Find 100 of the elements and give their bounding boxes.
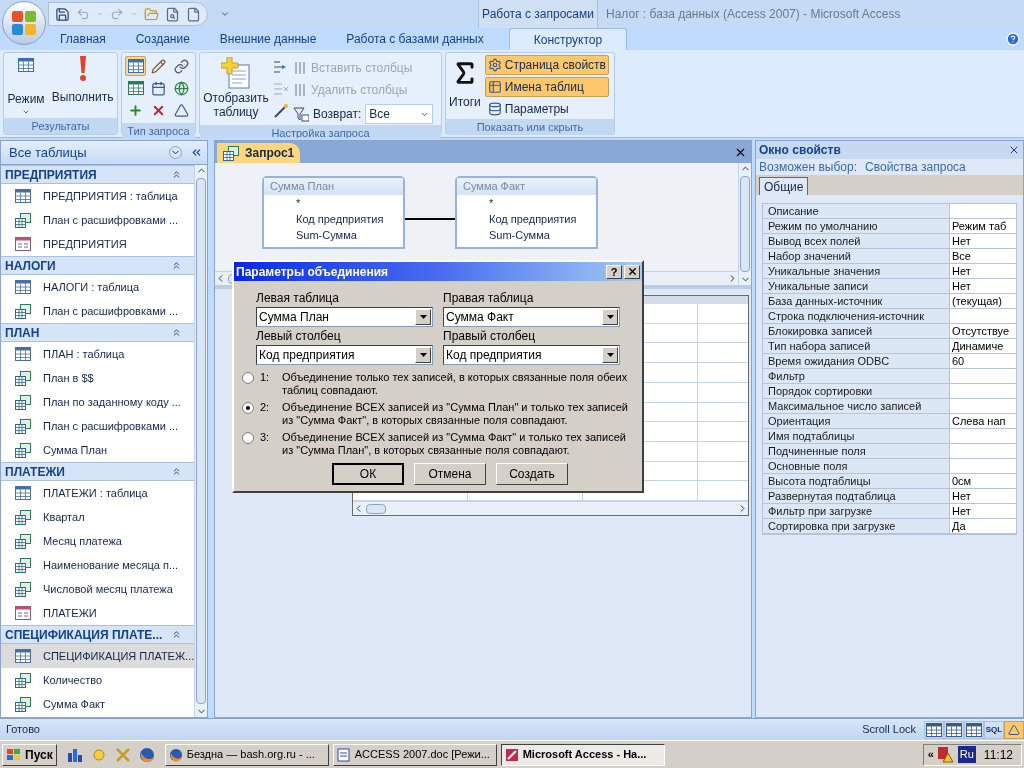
table-box[interactable]: Сумма План * Код предприятия Sum-Сумма — [262, 176, 405, 249]
field-item[interactable]: Код предприятия — [264, 211, 403, 227]
view-switch-button[interactable] — [924, 720, 944, 739]
return-combo[interactable]: Все — [365, 104, 434, 124]
scroll-thumb[interactable] — [366, 503, 386, 514]
option-label[interactable]: Объединение ВСЕХ записей из "Сумма Факт" и только тех записей из "Сумма План", в которых связанные поля совпадают. — [282, 431, 634, 457]
nav-item[interactable]: ПРЕДПРИЯТИЯ : таблица — [1, 184, 194, 208]
property-value[interactable]: Нет — [949, 264, 1016, 278]
query-type-button[interactable] — [171, 56, 192, 76]
close-button[interactable] — [624, 264, 640, 279]
delete-rows-icon[interactable] — [273, 81, 289, 97]
property-value[interactable]: Слева нап — [949, 414, 1016, 428]
query-type-button[interactable] — [125, 78, 146, 98]
view-button[interactable]: Режим — [7, 58, 45, 116]
nav-item[interactable]: План с расшифровками ... — [1, 208, 194, 232]
property-value[interactable]: Динамиче — [949, 339, 1016, 353]
property-value[interactable]: Нет — [949, 489, 1016, 503]
taskbar-button[interactable]: Бездна — bash.org.ru - ... — [164, 743, 329, 766]
nav-item[interactable]: Квартал — [1, 505, 194, 529]
dropdown-field[interactable]: Код предприятия — [256, 345, 433, 365]
undo-icon[interactable] — [76, 7, 90, 21]
taskbar-button[interactable]: Microsoft Access - На... — [500, 743, 665, 766]
taskbar-button[interactable]: ACCESS 2007.doc [Режи... — [332, 743, 497, 766]
language-indicator[interactable]: Ru — [957, 746, 976, 763]
nav-item[interactable]: ПЛАТЕЖИ : таблица — [1, 481, 194, 505]
group-header[interactable]: ПЛАТЕЖИ — [1, 462, 194, 481]
page-icon[interactable] — [186, 6, 201, 22]
nav-item[interactable]: Количество — [1, 668, 194, 692]
property-value[interactable]: 60 — [949, 354, 1016, 368]
collapse-pane-icon[interactable] — [190, 146, 203, 159]
group-header[interactable]: ПРЕДПРИЯТИЯ — [1, 165, 194, 184]
view-switch-button[interactable] — [964, 720, 984, 739]
save-icon[interactable] — [55, 6, 70, 22]
property-value[interactable]: (текущая) — [949, 294, 1016, 308]
nav-item[interactable]: ПЛАТЕЖИ — [1, 601, 194, 625]
property-value[interactable]: Да — [949, 519, 1016, 533]
dropdown-field[interactable]: Код предприятия — [443, 345, 620, 365]
run-button[interactable]: Выполнить — [51, 56, 114, 116]
dropdown-field[interactable]: Сумма План — [256, 307, 433, 327]
property-value[interactable]: Нет — [949, 504, 1016, 518]
scrollbar[interactable] — [353, 501, 748, 515]
scrollbar[interactable] — [738, 163, 751, 285]
view-switch-button[interactable]: SQL — [984, 720, 1004, 739]
help-icon[interactable] — [1006, 32, 1020, 46]
ribbon-tab[interactable]: Работа с базами данных — [331, 28, 499, 50]
show-hide-button[interactable]: Страница свойств — [484, 55, 609, 75]
property-value[interactable]: Отсутствуе — [949, 324, 1016, 338]
nav-item[interactable]: План по заданному коду ... — [1, 390, 194, 414]
option-label[interactable]: Объединение только тех записей, в которых связанные поля обеих таблиц совпадают. — [282, 371, 634, 397]
field-item[interactable]: * — [457, 195, 596, 211]
ribbon-tab[interactable]: Внешние данные — [204, 28, 332, 50]
property-value[interactable]: 0см — [949, 474, 1016, 488]
group-header[interactable]: ПЛАН — [1, 323, 194, 342]
nav-item[interactable]: ПРЕДПРИЯТИЯ — [1, 232, 194, 256]
dialog-button[interactable]: ОК — [332, 463, 404, 485]
option-label[interactable]: Объединение ВСЕХ записей из "Сумма План" и только тех записей из "Сумма Факт", в которых связанные поля совпадают. — [282, 401, 634, 427]
nav-item[interactable]: НАЛОГИ : таблица — [1, 275, 194, 299]
nav-item[interactable]: Месяц платежа — [1, 529, 194, 553]
field-item[interactable]: Sum-Сумма — [457, 227, 596, 243]
dropdown-field[interactable]: Сумма Факт — [443, 307, 620, 327]
show-table-button[interactable]: Отобразить таблицу — [203, 57, 269, 119]
nav-item[interactable]: План с расшифровками ... — [1, 414, 194, 438]
close-icon[interactable] — [1008, 144, 1020, 156]
nav-item[interactable]: Сумма Факт — [1, 692, 194, 716]
nav-item[interactable]: План с расшифровками ... — [1, 299, 194, 323]
field-item[interactable]: Код предприятия — [457, 211, 596, 227]
group-header[interactable]: НАЛОГИ — [1, 256, 194, 275]
ribbon-tab[interactable]: Создание — [120, 28, 205, 50]
help-button[interactable]: ? — [606, 264, 622, 279]
dialog-button[interactable]: Отмена — [414, 463, 486, 485]
start-button[interactable]: Пуск — [2, 743, 57, 766]
document-tab[interactable]: Запрос1 — [217, 143, 301, 163]
radio-button[interactable] — [242, 372, 254, 384]
warning-icon[interactable] — [937, 746, 954, 763]
nav-item[interactable]: План в $$ — [1, 366, 194, 390]
query-type-button[interactable] — [125, 56, 146, 76]
field-item[interactable]: * — [264, 195, 403, 211]
property-tab[interactable]: Общие — [759, 177, 809, 195]
property-value[interactable]: Режим таб — [949, 219, 1016, 233]
property-value[interactable]: Нет — [949, 234, 1016, 248]
table-box[interactable]: Сумма Факт * Код предприятия Sum-Сумма — [455, 176, 598, 249]
show-hide-button[interactable]: Параметры — [484, 99, 609, 119]
customize-caret-icon[interactable] — [220, 9, 230, 19]
browser-icon[interactable] — [138, 746, 155, 763]
scroll-thumb[interactable] — [740, 176, 750, 272]
view-switch-button[interactable] — [1004, 720, 1024, 739]
close-icon[interactable] — [734, 146, 747, 159]
property-value[interactable]: Нет — [949, 279, 1016, 293]
wand-icon[interactable] — [273, 103, 289, 119]
nav-item[interactable]: Числовой месяц платежа — [1, 577, 194, 601]
nav-item[interactable]: СПЕЦИФИКАЦИЯ ПЛАТЕЖ... — [1, 644, 194, 668]
folder-icon[interactable] — [144, 6, 159, 22]
ribbon-tab[interactable]: Главная — [45, 28, 121, 50]
dropdown-icon[interactable] — [169, 146, 182, 159]
office-button[interactable] — [2, 1, 46, 45]
totals-button[interactable]: Итоги — [449, 55, 481, 111]
field-item[interactable]: Sum-Сумма — [264, 227, 403, 243]
dialog-button[interactable]: Создать — [496, 463, 568, 485]
ribbon-tab[interactable]: Конструктор — [508, 28, 628, 50]
radio-button[interactable] — [242, 432, 254, 444]
